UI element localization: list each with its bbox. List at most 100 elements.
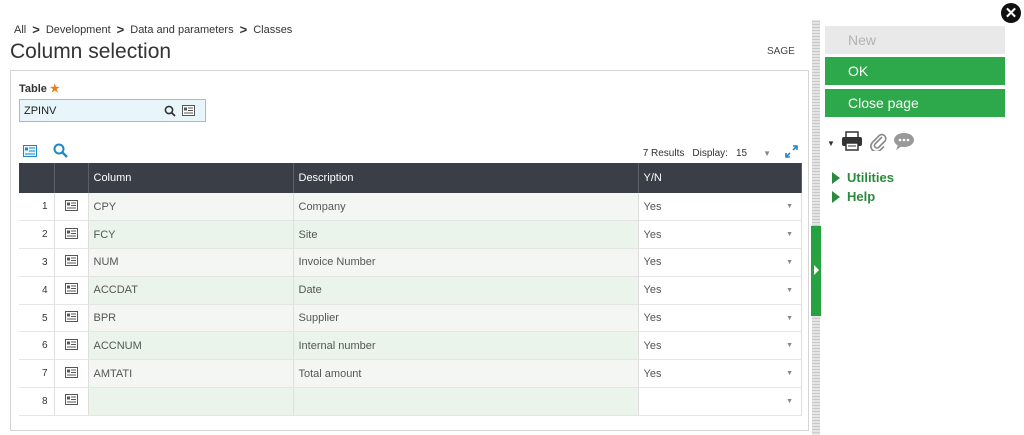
cell-description[interactable]: Supplier: [293, 304, 639, 333]
cell-column[interactable]: ACCDAT: [88, 276, 294, 305]
cell-yn-value: Yes: [643, 228, 662, 241]
main-panel: Table★ 7 Results Display: 15 ▼ C: [10, 70, 809, 431]
results-count: 7 Results: [642, 147, 685, 159]
page-title: Column selection: [10, 40, 172, 63]
cell-description[interactable]: Date: [293, 276, 639, 305]
chevron-down-icon[interactable]: ▼: [827, 139, 835, 148]
cell-description[interactable]: Internal number: [293, 331, 639, 361]
cell-column[interactable]: CPY: [88, 193, 294, 222]
cell-yn[interactable]: Yes ▼: [638, 331, 802, 361]
chevron-down-icon[interactable]: ▼: [786, 315, 793, 322]
cell-yn[interactable]: ▼: [638, 387, 802, 416]
cell-column[interactable]: NUM: [88, 248, 294, 277]
row-card-icon[interactable]: [54, 387, 89, 416]
cell-description[interactable]: [293, 387, 639, 416]
cell-yn-value: Yes: [643, 200, 662, 213]
header-column[interactable]: Column: [88, 163, 294, 193]
search-icon[interactable]: [53, 143, 68, 163]
record-card-icon[interactable]: [180, 103, 196, 119]
table-field: [19, 99, 206, 122]
row-number: 8: [19, 387, 55, 416]
paperclip-icon[interactable]: [869, 131, 887, 156]
expand-arrow-icon: [832, 171, 840, 184]
row-card-icon[interactable]: [54, 276, 89, 305]
chevron-down-icon[interactable]: ▼: [786, 398, 793, 405]
search-icon[interactable]: [162, 103, 178, 119]
chevron-down-icon[interactable]: ▼: [786, 203, 793, 210]
folder-label: SAGE: [767, 46, 795, 57]
row-card-icon[interactable]: [54, 220, 89, 250]
new-button[interactable]: New: [825, 26, 1005, 54]
row-card-icon[interactable]: [54, 248, 89, 277]
table-row[interactable]: 7 AMTATI Total amount Yes ▼: [19, 359, 802, 389]
table-row[interactable]: 2 FCY Site Yes ▼: [19, 220, 802, 250]
cell-column[interactable]: ACCNUM: [88, 331, 294, 361]
cell-description[interactable]: Invoice Number: [293, 248, 639, 277]
chevron-down-icon[interactable]: ▼: [786, 370, 793, 377]
expand-icon[interactable]: [785, 145, 798, 161]
cell-yn[interactable]: Yes ▼: [638, 248, 802, 277]
cell-yn[interactable]: Yes ▼: [638, 220, 802, 250]
cell-column[interactable]: [88, 387, 294, 416]
table-row[interactable]: 5 BPR Supplier Yes ▼: [19, 304, 802, 333]
row-number: 5: [19, 304, 55, 333]
utilities-section[interactable]: Utilities: [832, 170, 894, 185]
header-description[interactable]: Description: [293, 163, 639, 193]
comment-icon[interactable]: [893, 132, 915, 156]
header-icon-cell: [54, 163, 89, 193]
cell-description[interactable]: Company: [293, 193, 639, 222]
row-card-icon[interactable]: [54, 331, 89, 361]
cell-yn-value: Yes: [643, 312, 662, 325]
breadcrumb-classes[interactable]: Classes: [253, 24, 292, 36]
required-icon: ★: [49, 83, 60, 95]
grid-header-row: Column Description Y/N: [19, 163, 802, 193]
breadcrumb-separator-icon: >: [32, 22, 40, 37]
close-page-button[interactable]: Close page: [825, 89, 1005, 117]
row-number: 3: [19, 248, 55, 277]
breadcrumb-separator-icon: >: [116, 22, 125, 37]
print-icon[interactable]: [841, 131, 863, 156]
action-icons: ▼: [827, 131, 915, 156]
cell-yn[interactable]: Yes ▼: [638, 276, 802, 305]
close-icon[interactable]: ✕: [1001, 3, 1021, 23]
cell-yn-value: Yes: [643, 339, 662, 352]
table-row[interactable]: 6 ACCNUM Internal number Yes ▼: [19, 331, 802, 361]
cell-description[interactable]: Site: [293, 220, 639, 250]
cell-yn[interactable]: Yes ▼: [638, 193, 802, 222]
chevron-down-icon[interactable]: ▼: [786, 287, 793, 294]
chevron-down-icon[interactable]: ▼: [786, 259, 793, 266]
header-yn[interactable]: Y/N: [638, 163, 802, 193]
chevron-down-icon[interactable]: ▼: [763, 149, 771, 158]
table-row[interactable]: 3 NUM Invoice Number Yes ▼: [19, 248, 802, 277]
breadcrumb-development[interactable]: Development: [46, 24, 111, 36]
table-row[interactable]: 4 ACCDAT Date Yes ▼: [19, 276, 802, 305]
cell-column[interactable]: FCY: [88, 220, 294, 250]
help-section[interactable]: Help: [832, 189, 894, 204]
record-card-icon[interactable]: [23, 144, 37, 162]
display-select[interactable]: 15: [736, 148, 747, 159]
chevron-down-icon[interactable]: ▼: [786, 231, 793, 238]
cell-column[interactable]: AMTATI: [88, 359, 294, 389]
breadcrumb-all[interactable]: All: [14, 24, 26, 36]
row-number: 4: [19, 276, 55, 305]
expand-arrow-icon: [832, 190, 840, 203]
cell-yn-value: Yes: [643, 256, 662, 269]
cell-yn[interactable]: Yes ▼: [638, 304, 802, 333]
side-sections: Utilities Help: [832, 170, 894, 208]
cell-column[interactable]: BPR: [88, 304, 294, 333]
row-number: 7: [19, 359, 55, 389]
row-card-icon[interactable]: [54, 359, 89, 389]
results-bar: 7 Results Display: 15 ▼: [643, 145, 798, 161]
table-row[interactable]: 1 CPY Company Yes ▼: [19, 193, 802, 222]
ok-button[interactable]: OK: [825, 57, 1005, 85]
row-card-icon[interactable]: [54, 193, 89, 222]
cell-description[interactable]: Total amount: [293, 359, 639, 389]
table-input[interactable]: [20, 104, 160, 117]
table-row[interactable]: 8 ▼: [19, 387, 802, 416]
chevron-down-icon[interactable]: ▼: [786, 342, 793, 349]
help-label: Help: [847, 189, 876, 204]
breadcrumb-data-parameters[interactable]: Data and parameters: [130, 24, 233, 36]
collapse-panel-handle[interactable]: [811, 226, 821, 316]
row-card-icon[interactable]: [54, 304, 89, 333]
cell-yn[interactable]: Yes ▼: [638, 359, 802, 389]
